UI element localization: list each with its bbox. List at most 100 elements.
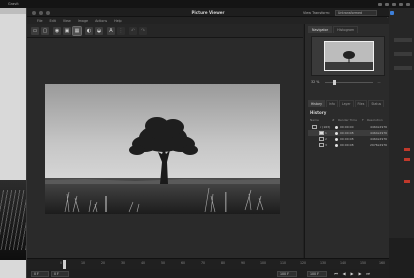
timeline-tick: 10 xyxy=(81,261,86,265)
view-transform-select[interactable]: Untransformed xyxy=(335,9,377,16)
status-dot xyxy=(335,143,338,147)
menu-edit[interactable]: Edit xyxy=(50,19,56,23)
status-dot xyxy=(335,137,338,141)
status-icon[interactable] xyxy=(385,2,389,6)
system-menubar: Gravit xyxy=(0,0,414,8)
timeline-tick: 40 xyxy=(141,261,146,265)
timeline-tick: 150 xyxy=(360,261,367,265)
current-frame-field[interactable]: 0 F xyxy=(51,270,69,277)
thumbnail-image xyxy=(325,42,373,70)
background-panel xyxy=(388,238,414,278)
tab-histogram[interactable]: Histogram xyxy=(333,26,359,33)
save-icon[interactable]: ▢ xyxy=(41,27,49,35)
grid-icon[interactable]: ⋮ xyxy=(117,27,125,35)
tab-history[interactable]: History xyxy=(308,100,326,107)
navigator-preview[interactable] xyxy=(311,36,385,76)
timeline-tick: 160 xyxy=(379,261,386,265)
background-window-left xyxy=(0,8,26,278)
menu-help[interactable]: Help xyxy=(114,19,122,23)
timeline-tick: 130 xyxy=(320,261,327,265)
panel-tabs: Navigator Histogram xyxy=(305,26,390,34)
timeline-controls: 0 F 0 F 100 F 100 F ⏮ ◀ ▶ ▶ ⏭ xyxy=(27,270,389,278)
timeline-tick: 60 xyxy=(181,261,186,265)
view-transform-label: View Transform: xyxy=(303,10,331,15)
navigator-thumbnail xyxy=(324,41,374,71)
tab-files[interactable]: Files xyxy=(354,100,368,107)
next-frame-icon[interactable]: ▶ xyxy=(357,271,363,277)
background-window-titlebar xyxy=(0,8,26,14)
timeline-tick: 0 xyxy=(60,261,63,265)
prev-frame-icon[interactable]: ◀ xyxy=(341,271,347,277)
menu-view[interactable]: View xyxy=(63,19,71,23)
thumbnail-icon xyxy=(319,131,324,135)
text-icon[interactable]: A xyxy=(107,27,115,35)
alert-marker xyxy=(404,180,410,183)
zoom-slider[interactable] xyxy=(325,79,374,85)
status-icons xyxy=(378,0,410,8)
timeline-ruler[interactable]: 0 10 20 30 40 50 60 70 80 90 100 110 120… xyxy=(27,260,389,269)
max-frame-field[interactable]: 100 F xyxy=(307,270,327,277)
timeline-tick: 80 xyxy=(221,261,226,265)
zoom-out-icon[interactable]: — xyxy=(377,80,380,84)
image-viewport[interactable] xyxy=(27,38,303,258)
menu-image[interactable]: Image xyxy=(78,19,88,23)
color-picker-icon[interactable]: ◒ xyxy=(95,27,103,35)
background-window-right xyxy=(388,8,414,278)
zoom-control: 32 % — xyxy=(311,79,385,85)
status-icon[interactable] xyxy=(392,2,396,6)
column-name[interactable]: Name xyxy=(310,118,332,123)
alert-marker xyxy=(404,158,410,161)
tab-layer[interactable]: Layer xyxy=(338,100,354,107)
zoom-value[interactable]: 32 % xyxy=(311,80,319,84)
screen: Gravit Picture Viewer View Transform: Un… xyxy=(0,0,414,278)
fit-view-icon[interactable]: ▣ xyxy=(63,27,71,35)
history-header: Name # Render Time F Resolution xyxy=(310,118,388,123)
history-row[interactable]: 3 00:00:08 2976x2976 xyxy=(308,142,388,148)
tab-navigator[interactable]: Navigator xyxy=(308,26,333,33)
timeline-tick: 140 xyxy=(340,261,347,265)
menu-actions[interactable]: Actions xyxy=(95,19,107,23)
background-photo xyxy=(0,180,26,260)
alert-marker xyxy=(404,148,410,151)
status-icon[interactable] xyxy=(406,2,410,6)
end-frame-field[interactable]: 100 F xyxy=(277,270,297,277)
redo-icon[interactable]: ↷ xyxy=(139,27,147,35)
open-icon[interactable]: ▭ xyxy=(31,27,39,35)
play-icon[interactable]: ▶ xyxy=(349,271,355,277)
timeline-tick: 30 xyxy=(121,261,126,265)
status-icon[interactable] xyxy=(378,2,382,6)
start-frame-field[interactable]: 0 F xyxy=(31,270,49,277)
picture-viewer-window: Picture Viewer View Transform: Untransfo… xyxy=(26,8,389,278)
zoom-slider-handle[interactable] xyxy=(333,79,337,85)
column-render-time[interactable]: Render Time xyxy=(338,118,362,123)
timeline-playhead[interactable] xyxy=(63,260,66,269)
timeline-tick: 90 xyxy=(241,261,246,265)
accent-icon xyxy=(390,11,394,15)
timeline-tick: 50 xyxy=(161,261,166,265)
menubar-item[interactable]: Gravit xyxy=(8,2,19,6)
first-frame-icon[interactable]: ⏮ xyxy=(333,271,339,277)
column-resolution[interactable]: Resolution xyxy=(367,118,387,123)
tab-info[interactable]: Info xyxy=(326,100,338,107)
status-dot xyxy=(335,125,338,129)
toolbar: ▭ ▢ ◉ ▣ ▦ ◐ ◒ A ⋮ ↶ ↷ xyxy=(27,24,303,38)
menu-file[interactable]: File xyxy=(37,19,43,23)
actual-size-icon[interactable]: ▦ xyxy=(72,26,82,36)
contrast-icon[interactable]: ◐ xyxy=(85,27,93,35)
history-title: History xyxy=(310,110,327,115)
tab-status[interactable]: Status xyxy=(368,100,385,107)
timeline-tick: 70 xyxy=(201,261,206,265)
undo-icon[interactable]: ↶ xyxy=(129,27,137,35)
rendered-image xyxy=(45,84,280,214)
thumbnail-icon xyxy=(319,143,324,147)
window-titlebar: Picture Viewer View Transform: Untransfo… xyxy=(27,8,389,17)
last-frame-icon[interactable]: ⏭ xyxy=(365,271,371,277)
camera-icon[interactable]: ◉ xyxy=(53,27,61,35)
timeline-tick: 100 xyxy=(260,261,267,265)
side-panel: Navigator Histogram 32 % — History Info … xyxy=(304,24,389,258)
timeline-tick: 120 xyxy=(300,261,307,265)
timeline-tick: 20 xyxy=(101,261,106,265)
status-dot xyxy=(335,131,338,135)
status-icon[interactable] xyxy=(399,2,403,6)
background-row xyxy=(394,66,412,70)
